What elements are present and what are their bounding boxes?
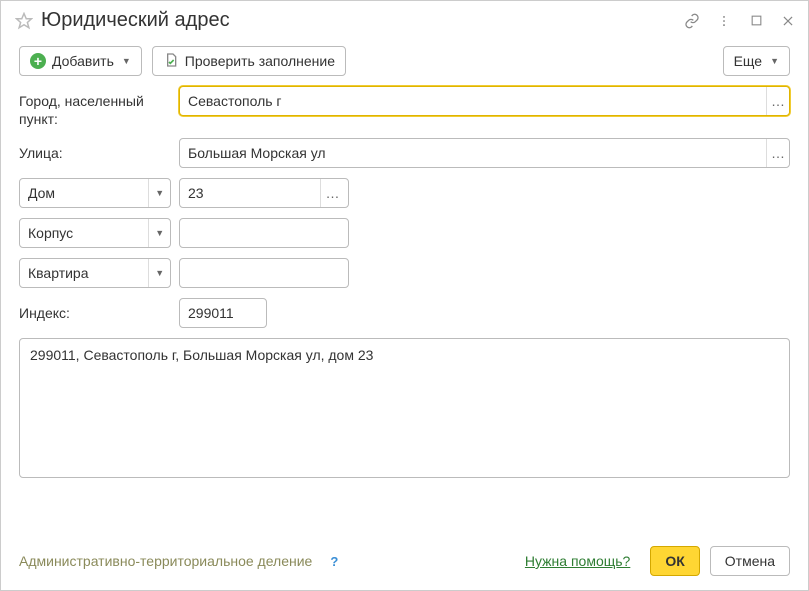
house-row: Дом ▼ … bbox=[19, 178, 790, 208]
add-button-label: Добавить bbox=[52, 53, 114, 69]
street-label: Улица: bbox=[19, 138, 179, 162]
flat-row: Квартира ▼ bbox=[19, 258, 790, 288]
window-title: Юридический адрес bbox=[41, 9, 676, 32]
chevron-down-icon: ▼ bbox=[155, 188, 164, 198]
more-button-label: Еще bbox=[734, 53, 763, 69]
building-type-caret[interactable]: ▼ bbox=[148, 219, 170, 247]
index-label: Индекс: bbox=[19, 298, 179, 322]
house-type-caret[interactable]: ▼ bbox=[148, 179, 170, 207]
ellipsis-icon: … bbox=[771, 93, 785, 109]
building-input[interactable] bbox=[180, 219, 344, 247]
chevron-down-icon: ▼ bbox=[155, 228, 164, 238]
flat-type-select[interactable]: Квартира ▼ bbox=[19, 258, 171, 288]
street-input-wrap: … bbox=[179, 138, 790, 168]
city-row: Город, населенный пункт: … bbox=[19, 86, 790, 128]
index-input-wrap bbox=[179, 298, 267, 328]
city-input[interactable] bbox=[180, 87, 766, 115]
ok-button-label: ОК bbox=[665, 553, 684, 569]
house-type-select[interactable]: Дом ▼ bbox=[19, 178, 171, 208]
plus-circle-icon: + bbox=[30, 53, 46, 69]
street-input[interactable] bbox=[180, 139, 766, 167]
city-ellipsis-button[interactable]: … bbox=[766, 87, 789, 115]
cancel-button-label: Отмена bbox=[725, 553, 775, 569]
house-input[interactable] bbox=[180, 179, 320, 207]
full-address-textarea[interactable]: 299011, Севастополь г, Большая Морская у… bbox=[19, 338, 790, 478]
full-address-row: 299011, Севастополь г, Большая Морская у… bbox=[19, 338, 790, 514]
document-check-icon bbox=[163, 52, 179, 71]
toolbar: + Добавить ▼ Проверить заполнение Еще ▼ bbox=[1, 36, 808, 86]
cancel-button[interactable]: Отмена bbox=[710, 546, 790, 576]
titlebar: Юридический адрес bbox=[1, 1, 808, 36]
link-icon[interactable] bbox=[684, 13, 700, 29]
more-options-icon[interactable] bbox=[716, 13, 732, 29]
close-icon[interactable] bbox=[780, 13, 796, 29]
index-row: Индекс: bbox=[19, 298, 790, 328]
admin-division-link[interactable]: Административно-территориальное деление bbox=[19, 553, 312, 569]
flat-input-wrap bbox=[179, 258, 349, 288]
more-button[interactable]: Еще ▼ bbox=[723, 46, 790, 76]
ellipsis-icon: … bbox=[326, 185, 340, 201]
house-input-wrap: … bbox=[179, 178, 349, 208]
house-ellipsis-button[interactable]: … bbox=[320, 179, 344, 207]
need-help-link[interactable]: Нужна помощь? bbox=[525, 553, 630, 569]
footer: Административно-территориальное деление … bbox=[1, 534, 808, 590]
address-dialog: Юридический адрес bbox=[0, 0, 809, 591]
building-row: Корпус ▼ bbox=[19, 218, 790, 248]
chevron-down-icon: ▼ bbox=[155, 268, 164, 278]
form-body: Город, населенный пункт: … Улица: … bbox=[1, 86, 808, 534]
index-input[interactable] bbox=[180, 299, 266, 327]
building-type-select[interactable]: Корпус ▼ bbox=[19, 218, 171, 248]
ellipsis-icon: … bbox=[771, 145, 785, 161]
check-fill-label: Проверить заполнение bbox=[185, 53, 335, 69]
building-input-wrap bbox=[179, 218, 349, 248]
favorite-star-icon[interactable] bbox=[15, 12, 33, 30]
check-fill-button[interactable]: Проверить заполнение bbox=[152, 46, 346, 76]
flat-type-caret[interactable]: ▼ bbox=[148, 259, 170, 287]
chevron-down-icon: ▼ bbox=[770, 56, 779, 66]
chevron-down-icon: ▼ bbox=[122, 56, 131, 66]
flat-input[interactable] bbox=[180, 259, 344, 287]
building-type-text: Корпус bbox=[20, 219, 148, 247]
city-label: Город, населенный пункт: bbox=[19, 86, 179, 128]
flat-type-text: Квартира bbox=[20, 259, 148, 287]
question-mark-icon[interactable]: ? bbox=[326, 553, 342, 569]
city-input-wrap: … bbox=[179, 86, 790, 116]
maximize-icon[interactable] bbox=[748, 13, 764, 29]
add-button[interactable]: + Добавить ▼ bbox=[19, 46, 142, 76]
house-type-text: Дом bbox=[20, 179, 148, 207]
street-row: Улица: … bbox=[19, 138, 790, 168]
street-ellipsis-button[interactable]: … bbox=[766, 139, 789, 167]
titlebar-controls bbox=[684, 13, 796, 29]
ok-button[interactable]: ОК bbox=[650, 546, 699, 576]
